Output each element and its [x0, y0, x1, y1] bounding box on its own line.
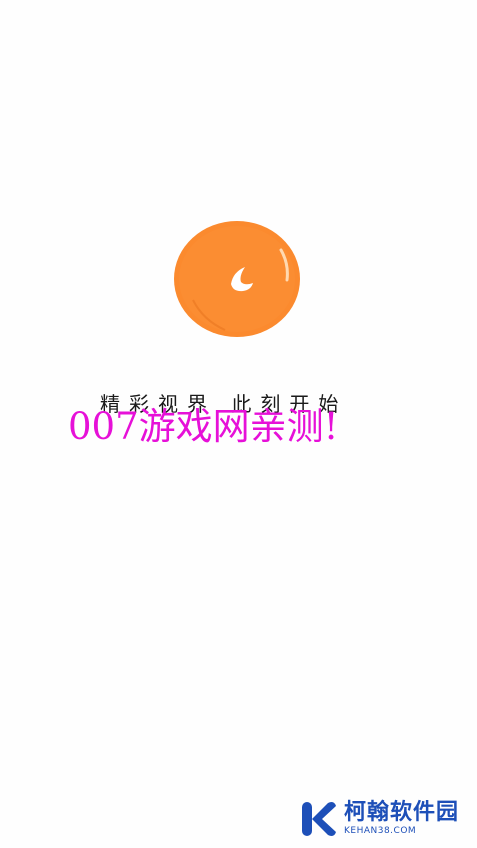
- brand-text: 柯翰软件园 KEHAN38.COM: [344, 802, 459, 836]
- orange-fruit-icon: [174, 221, 300, 337]
- brand-name: 柯翰软件园: [343, 800, 459, 825]
- k-logo-icon: [301, 802, 336, 836]
- brand-watermark: 柯翰软件园 KEHAN38.COM: [300, 800, 459, 838]
- splash-screen: 精彩视界 此刻开始 007游戏网亲测! 柯翰软件园 KEHAN38.COM: [0, 0, 477, 848]
- watermark-overlay-text: 007游戏网亲测!: [68, 405, 339, 448]
- brand-url: KEHAN38.COM: [343, 826, 417, 836]
